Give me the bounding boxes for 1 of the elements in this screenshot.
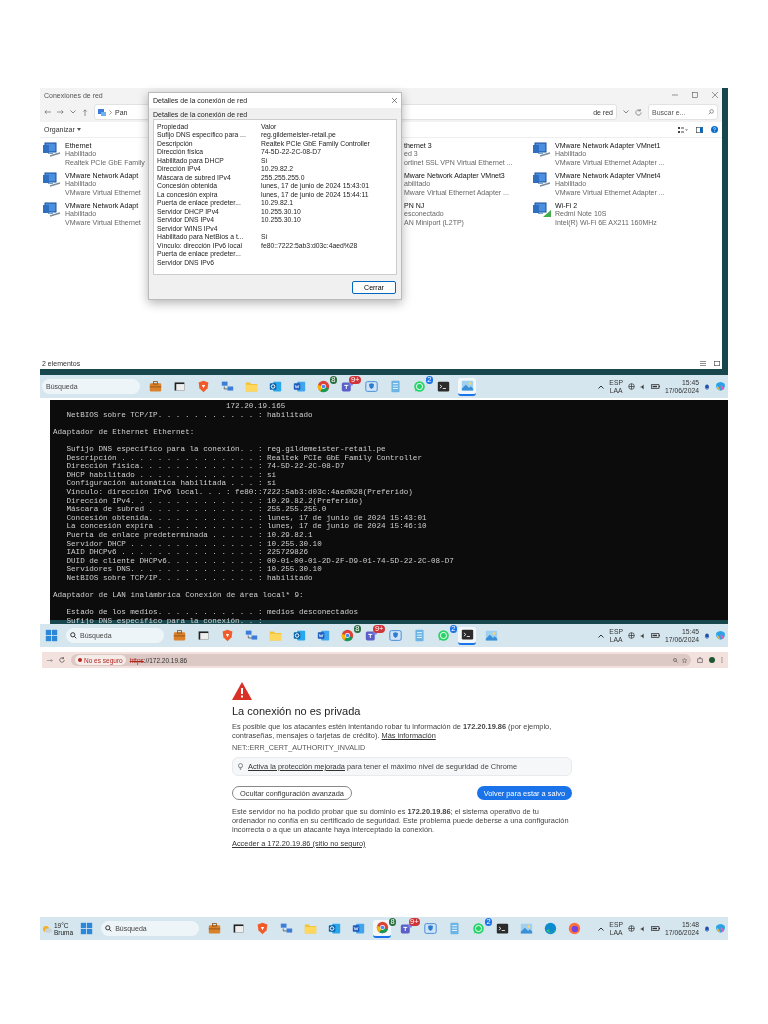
page-heading: La conexión no es privada	[232, 705, 362, 718]
